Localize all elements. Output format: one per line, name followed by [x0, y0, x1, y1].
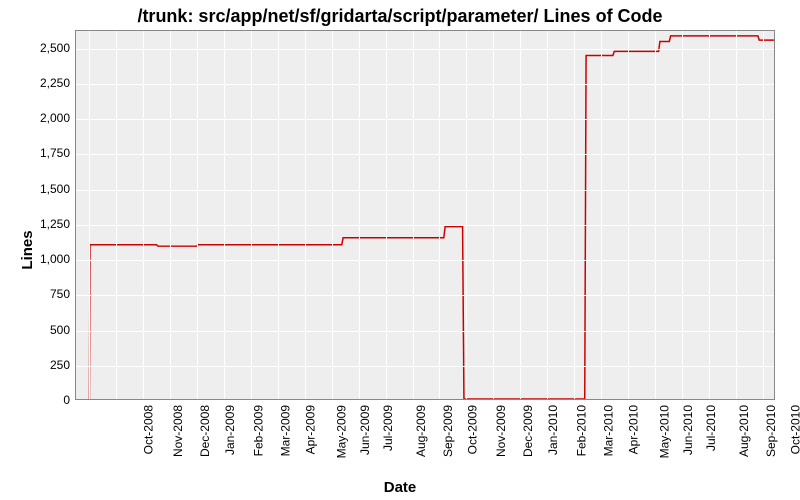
gridline-v: [170, 31, 171, 399]
x-tick-label: Aug-2010: [737, 405, 751, 457]
gridline-v: [413, 31, 414, 399]
gridline-h: [76, 331, 774, 332]
x-tick-label: Nov-2009: [494, 405, 508, 457]
x-tick-label: Apr-2010: [626, 405, 640, 454]
gridline-v: [466, 31, 467, 399]
gridline-v: [251, 31, 252, 399]
gridline-h: [76, 119, 774, 120]
y-tick-label: 1,500: [20, 182, 70, 196]
gridline-h: [76, 190, 774, 191]
gridline-v: [493, 31, 494, 399]
gridline-v: [116, 31, 117, 399]
x-axis-label: Date: [0, 479, 800, 496]
y-tick-label: 250: [20, 358, 70, 372]
gridline-h: [76, 260, 774, 261]
y-tick-label: 1,000: [20, 252, 70, 266]
loc-line-chart: /trunk: src/app/net/sf/gridarta/script/p…: [0, 0, 800, 500]
y-tick-label: 500: [20, 323, 70, 337]
x-tick-label: Jun-2009: [358, 405, 372, 455]
x-tick-label: Feb-2010: [575, 405, 589, 456]
gridline-v: [547, 31, 548, 399]
gridline-h: [76, 154, 774, 155]
x-tick-label: Feb-2009: [252, 405, 266, 456]
gridline-v: [143, 31, 144, 399]
x-tick-label: Aug-2009: [414, 405, 428, 457]
gridline-v: [439, 31, 440, 399]
gridline-v: [736, 31, 737, 399]
gridline-v: [628, 31, 629, 399]
x-tick-label: Dec-2008: [198, 405, 212, 457]
gridline-v: [709, 31, 710, 399]
x-tick-label: Jan-2010: [546, 405, 560, 455]
chart-title: /trunk: src/app/net/sf/gridarta/script/p…: [0, 6, 800, 27]
gridline-v: [682, 31, 683, 399]
gridline-v: [601, 31, 602, 399]
gridline-h: [76, 49, 774, 50]
gridline-v: [278, 31, 279, 399]
x-tick-label: Nov-2008: [171, 405, 185, 457]
x-tick-label: Jan-2009: [223, 405, 237, 455]
gridline-v: [224, 31, 225, 399]
x-tick-label: Mar-2010: [602, 405, 616, 456]
x-tick-label: Oct-2008: [142, 405, 156, 454]
gridline-v: [574, 31, 575, 399]
data-line: [76, 31, 774, 399]
gridline-h: [76, 84, 774, 85]
gridline-v: [386, 31, 387, 399]
x-tick-label: Jul-2009: [381, 405, 395, 451]
gridline-v: [89, 31, 90, 399]
x-tick-label: Oct-2010: [788, 405, 800, 454]
x-tick-label: May-2010: [657, 405, 671, 458]
x-tick-label: Mar-2009: [278, 405, 292, 456]
x-tick-label: Apr-2009: [303, 405, 317, 454]
x-tick-label: Dec-2009: [521, 405, 535, 457]
gridline-v: [359, 31, 360, 399]
y-tick-label: 2,250: [20, 76, 70, 90]
plot-area: [75, 30, 775, 400]
y-tick-label: 750: [20, 287, 70, 301]
gridline-v: [197, 31, 198, 399]
x-tick-label: May-2009: [334, 405, 348, 458]
x-tick-label: Jul-2010: [704, 405, 718, 451]
y-tick-label: 1,750: [20, 146, 70, 160]
y-tick-label: 2,500: [20, 41, 70, 55]
gridline-h: [76, 225, 774, 226]
gridline-v: [763, 31, 764, 399]
y-tick-label: 2,000: [20, 111, 70, 125]
y-tick-label: 0: [20, 393, 70, 407]
x-tick-label: Oct-2009: [465, 405, 479, 454]
gridline-h: [76, 295, 774, 296]
gridline-h: [76, 366, 774, 367]
gridline-v: [520, 31, 521, 399]
gridline-v: [305, 31, 306, 399]
x-tick-label: Jun-2010: [681, 405, 695, 455]
gridline-v: [332, 31, 333, 399]
y-tick-label: 1,250: [20, 217, 70, 231]
x-tick-label: Sep-2009: [441, 405, 455, 457]
x-tick-label: Sep-2010: [764, 405, 778, 457]
gridline-v: [655, 31, 656, 399]
